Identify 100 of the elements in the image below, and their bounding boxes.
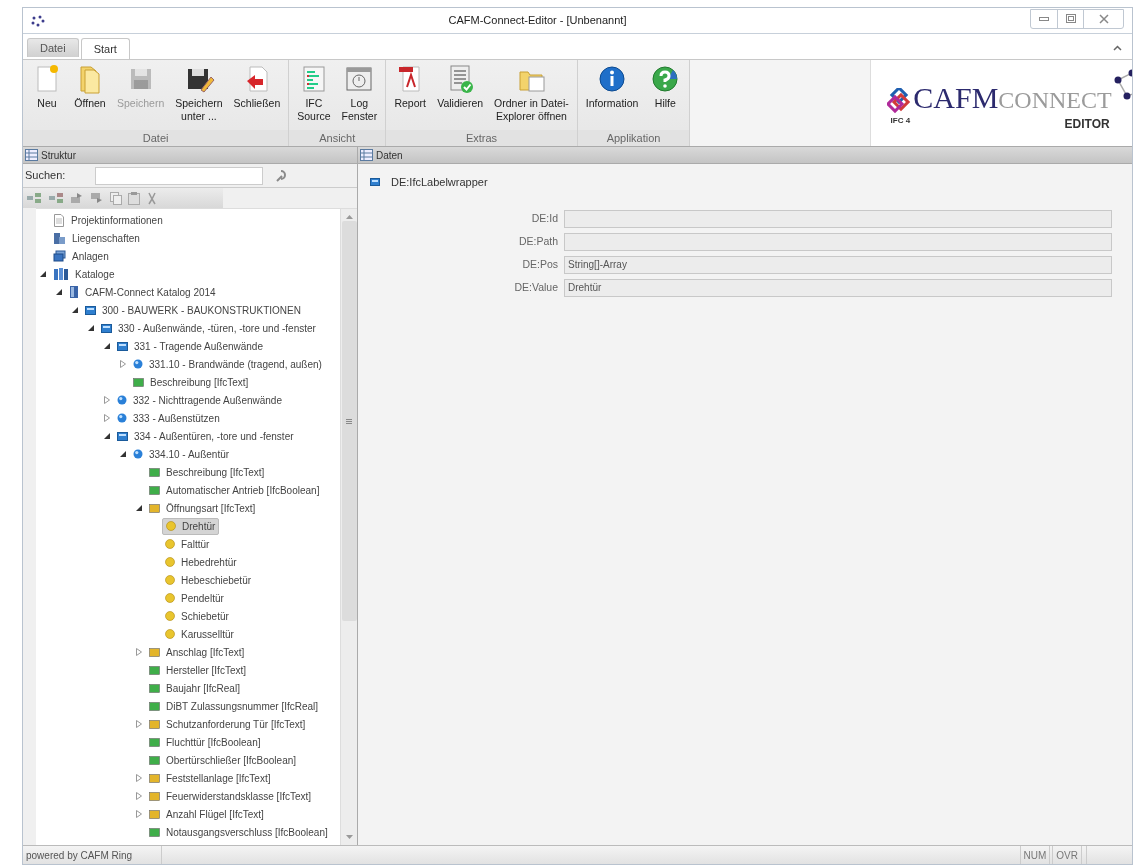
collapsed-arrow-icon[interactable] (136, 774, 142, 782)
copy-icon[interactable] (110, 191, 122, 205)
expanded-arrow-icon[interactable] (104, 343, 110, 349)
close-icon[interactable] (1098, 13, 1109, 24)
tree-item[interactable]: Feuerwiderstandsklasse [IfcText] (146, 787, 315, 805)
tree-item[interactable]: Anschlag [IfcText] (146, 643, 248, 661)
square-marker-icon (149, 467, 160, 477)
tree-item[interactable]: 300 - BAUWERK - BAUKONSTRUKTIONEN (82, 301, 304, 319)
collapsed-arrow-icon[interactable] (136, 648, 142, 656)
tree-item[interactable]: Hersteller [IfcText] (146, 661, 250, 679)
field-label: DE:Pos (521, 256, 558, 272)
expanded-arrow-icon[interactable] (88, 325, 94, 331)
tree-item[interactable]: Öffnungsart [IfcText] (146, 499, 259, 517)
collapsed-arrow-icon[interactable] (104, 396, 110, 404)
tree-item[interactable]: Anzahl Flügel [IfcText] (146, 805, 267, 823)
brand-name: CAFMCONNECT (913, 83, 1112, 115)
circle-marker-icon (165, 539, 175, 549)
paste-icon[interactable] (128, 191, 140, 205)
collapsed-arrow-icon[interactable] (136, 810, 142, 818)
ribbon-button[interactable]: Ordner in Datei- Explorer öffnen (490, 63, 573, 123)
panel-header: Struktur (23, 147, 357, 164)
ribbon-button[interactable]: Hilfe (645, 63, 686, 110)
tree-item[interactable]: Schiebetür (162, 607, 232, 625)
tree-item[interactable]: Anlagen (50, 247, 112, 265)
group-label: Datei (23, 130, 289, 146)
square-marker-icon (149, 719, 160, 729)
ribbon-button[interactable]: Speichern unter ... (171, 63, 227, 123)
ribbon-button[interactable]: Öffnen (70, 63, 110, 110)
tree-item[interactable]: Beschreibung [IfcText] (130, 373, 252, 391)
tree-item[interactable]: CAFM-Connect Katalog 2014 (66, 283, 219, 301)
tree-item[interactable]: Notausgangsverschluss [IfcBoolean] (146, 823, 331, 841)
tree-item[interactable]: Feststellanlage [IfcText] (146, 769, 274, 787)
category-icon (101, 323, 112, 333)
expanded-arrow-icon[interactable] (40, 271, 46, 277)
search-field[interactable] (95, 166, 263, 185)
remove-node-icon[interactable] (48, 192, 64, 204)
tree-item[interactable]: 330 - Außenwände, -türen, -tore und -fenster (98, 319, 319, 337)
minimize-icon[interactable] (1039, 16, 1049, 21)
expanded-arrow-icon[interactable] (104, 433, 110, 439)
ribbon-tab[interactable]: Start (80, 38, 130, 59)
scrollbar[interactable] (340, 209, 357, 845)
move-down-icon[interactable] (90, 192, 104, 204)
ribbon-button[interactable]: Report (390, 63, 431, 110)
tree-item[interactable]: Kataloge (50, 265, 118, 283)
category-icon (117, 431, 128, 441)
text-field[interactable] (564, 209, 1112, 228)
tree-item[interactable]: 333 - Außenstützen (114, 409, 223, 427)
ribbon-button[interactable]: Neu (27, 63, 67, 110)
move-up-icon[interactable] (70, 192, 84, 204)
tree-item[interactable]: 334.10 - Außentür (130, 445, 233, 463)
maximize-icon[interactable] (1065, 14, 1076, 23)
document-icon (53, 213, 65, 227)
square-marker-icon (133, 377, 144, 387)
tree-item[interactable]: Baujahr [IfcReal] (146, 679, 243, 697)
collapse-ribbon-icon[interactable] (1113, 45, 1122, 51)
tree-item[interactable]: 331 - Tragende Außenwände (114, 337, 266, 355)
tree-item[interactable]: Fluchttür [IfcBoolean] (146, 733, 264, 751)
collapsed-arrow-icon[interactable] (104, 414, 110, 422)
tree-item[interactable]: 331.10 - Brandwände (tragend, außen) (130, 355, 325, 373)
tree-item[interactable]: Obertürschließer [IfcBoolean] (146, 751, 300, 769)
ribbon-tab[interactable]: Datei (27, 38, 79, 57)
tree-item[interactable]: Projektinformationen (50, 211, 166, 229)
scroll-down-icon[interactable] (345, 835, 353, 840)
expanded-arrow-icon[interactable] (120, 451, 126, 457)
tree-item[interactable]: Beschreibung [IfcText] (146, 463, 268, 481)
tree-item[interactable]: Pendeltür (162, 589, 227, 607)
square-marker-icon (149, 773, 160, 783)
tree-item[interactable]: Schutzanforderung Tür [IfcText] (146, 715, 309, 733)
tree-item[interactable]: 332 - Nichttragende Außenwände (114, 391, 285, 409)
circle-marker-icon (166, 521, 176, 531)
tree-item[interactable]: Drehtür (162, 517, 220, 535)
grip-icon (346, 418, 352, 424)
scissors-icon[interactable] (146, 191, 158, 205)
tree-item[interactable]: Hebeschiebetür (162, 571, 255, 589)
ribbon-button[interactable]: Validieren (433, 63, 488, 110)
square-marker-icon (149, 755, 160, 765)
tree-item[interactable]: Falttür (162, 535, 213, 553)
tree-item[interactable]: Liegenschaften (50, 229, 143, 247)
status-text: powered by CAFM Ring (23, 846, 162, 864)
collapsed-arrow-icon[interactable] (120, 360, 126, 368)
expanded-arrow-icon[interactable] (72, 307, 78, 313)
ribbon-button[interactable]: Log Fenster (337, 63, 382, 123)
expanded-arrow-icon[interactable] (136, 505, 142, 511)
tree-item[interactable]: Automatischer Antrieb [IfcBoolean] (146, 481, 323, 499)
text-field[interactable]: Drehtür (564, 278, 1112, 297)
tree-item[interactable]: 334 - Außentüren, -tore und -fenster (114, 427, 297, 445)
add-node-icon[interactable] (26, 192, 42, 204)
text-field[interactable]: String[]-Array (564, 255, 1112, 274)
text-field[interactable] (564, 232, 1112, 251)
ribbon-button[interactable]: IFC Source (293, 63, 335, 123)
ribbon-button[interactable]: Schließen (229, 63, 285, 110)
tree-item[interactable]: DiBT Zulassungsnummer [IfcReal] (146, 697, 322, 715)
group-label: Extras (386, 130, 577, 146)
expanded-arrow-icon[interactable] (56, 289, 62, 295)
tree-item[interactable]: Karusselltür (162, 625, 237, 643)
tree-item[interactable]: Hebedrehtür (162, 553, 240, 571)
collapsed-arrow-icon[interactable] (136, 720, 142, 728)
collapsed-arrow-icon[interactable] (136, 792, 142, 800)
scroll-up-icon[interactable] (345, 214, 353, 219)
ribbon-button[interactable]: Information (581, 63, 643, 110)
